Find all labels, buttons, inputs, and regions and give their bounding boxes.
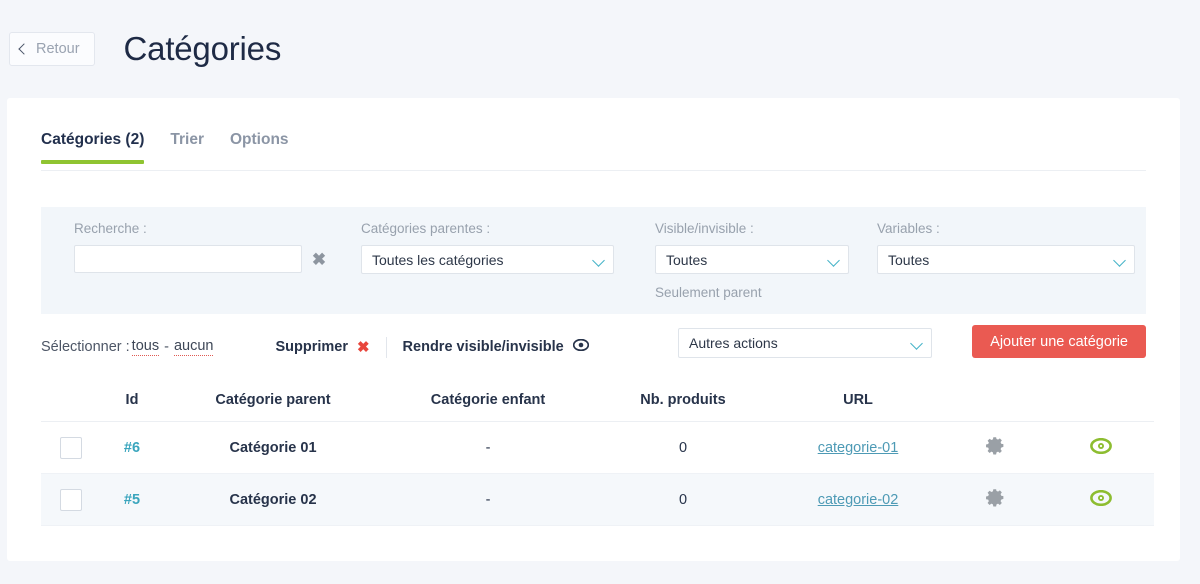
category-id-link[interactable]: #6 [124,440,140,456]
column-header-url: URL [773,382,943,422]
delete-button[interactable]: Supprimer ✖ [275,339,369,355]
other-actions-value: Autres actions [689,335,778,351]
toggle-visibility-label: Rendre visible/invisible [402,339,564,355]
column-header-products: Nb. produits [593,382,773,422]
chevron-down-icon [910,337,923,350]
tab-bar: Catégories (2) Trier Options [41,131,1146,171]
row-products-count: 0 [593,473,773,526]
category-url-link[interactable]: categorie-02 [818,492,899,508]
variables-select[interactable]: Toutes [877,245,1135,274]
tab-trier[interactable]: Trier [170,131,204,163]
select-label: Sélectionner : [41,339,130,355]
add-category-button[interactable]: Ajouter une catégorie [972,325,1146,358]
column-header-checkbox [41,382,101,422]
row-settings-cell [943,421,1048,474]
search-label: Recherche : [74,221,147,236]
tab-categories[interactable]: Catégories (2) [41,131,145,164]
chevron-down-icon [592,254,605,267]
eye-icon [572,338,589,355]
category-url-link[interactable]: categorie-01 [818,440,899,456]
visibility-value: Toutes [666,251,708,268]
other-actions-select[interactable]: Autres actions [678,328,932,358]
table-header-row: Id Catégorie parent Catégorie enfant Nb.… [41,382,1154,422]
back-button-label: Retour [36,41,80,57]
table-body: #6 Catégorie 01 - 0 categorie-01 #5 Caté… [41,421,1154,526]
variables-label: Variables : [877,221,940,236]
column-header-visibility [1048,382,1154,422]
select-none-link[interactable]: aucun [173,338,214,356]
parent-category-select[interactable]: Toutes les catégories [361,245,614,274]
row-parent-name: Catégorie 01 [163,421,383,474]
action-bar: Sélectionner : tous - aucun Supprimer ✖ … [41,325,1146,366]
categories-table: Id Catégorie parent Catégorie enfant Nb.… [41,382,1154,526]
column-header-child: Catégorie enfant [383,382,593,422]
category-id-link[interactable]: #5 [124,492,140,508]
row-settings-cell [943,473,1048,526]
row-checkbox[interactable] [60,488,82,511]
row-checkbox-cell [41,473,101,526]
row-products-count: 0 [593,421,773,474]
filter-panel: Recherche : ✖ Catégories parentes : Tout… [41,207,1146,314]
variables-value: Toutes [888,251,930,268]
search-clear-icon[interactable]: ✖ [309,248,329,270]
column-header-parent: Catégorie parent [163,382,383,422]
filter-visibility: Visible/invisible : Toutes Seulement par… [655,221,849,300]
parent-category-value: Toutes les catégories [372,251,504,268]
row-checkbox-cell [41,421,101,474]
row-visibility-cell [1048,421,1154,474]
select-separator: - [164,339,169,355]
row-id-cell: #6 [101,421,163,474]
categories-page: Retour Catégories Catégories (2) Trier O… [0,0,1200,584]
visibility-label: Visible/invisible : [655,221,754,236]
visibility-select[interactable]: Toutes [655,245,849,274]
gear-icon[interactable] [985,487,1006,512]
chevron-down-icon [1113,254,1126,267]
filter-variables: Variables : Toutes [877,221,1135,274]
gear-icon[interactable] [985,435,1006,460]
row-child-name: - [383,421,593,474]
row-visibility-cell [1048,473,1154,526]
content-card: Catégories (2) Trier Options Recherche :… [7,98,1180,561]
table-row: #6 Catégorie 01 - 0 categorie-01 [41,421,1154,474]
eye-icon[interactable] [1090,437,1112,458]
row-checkbox[interactable] [60,436,82,459]
column-header-id: Id [101,382,163,422]
divider [385,336,387,358]
table-row: #5 Catégorie 02 - 0 categorie-02 [41,473,1154,526]
eye-icon[interactable] [1090,489,1112,510]
parent-only-note: Seulement parent [655,285,762,300]
row-parent-name: Catégorie 02 [163,473,383,526]
toggle-visibility-button[interactable]: Rendre visible/invisible [402,338,589,355]
row-child-name: - [383,473,593,526]
back-button[interactable]: Retour [9,32,95,66]
close-icon: ✖ [356,338,370,356]
tab-options[interactable]: Options [230,131,289,163]
chevron-down-icon [827,254,840,267]
select-all-link[interactable]: tous [131,338,160,356]
parent-category-label: Catégories parentes : [361,221,491,236]
delete-button-label: Supprimer [275,339,348,355]
page-header: Retour Catégories [0,0,1200,98]
table-header: Id Catégorie parent Catégorie enfant Nb.… [41,382,1154,422]
page-title: Catégories [123,30,282,67]
search-input[interactable] [74,245,302,273]
row-url-cell: categorie-02 [773,473,943,526]
column-header-settings [943,382,1048,422]
filter-parent-category: Catégories parentes : Toutes les catégor… [361,221,614,274]
filter-search: Recherche : ✖ [74,221,329,273]
row-id-cell: #5 [101,473,163,526]
row-url-cell: categorie-01 [773,421,943,474]
chevron-left-icon [18,43,30,55]
